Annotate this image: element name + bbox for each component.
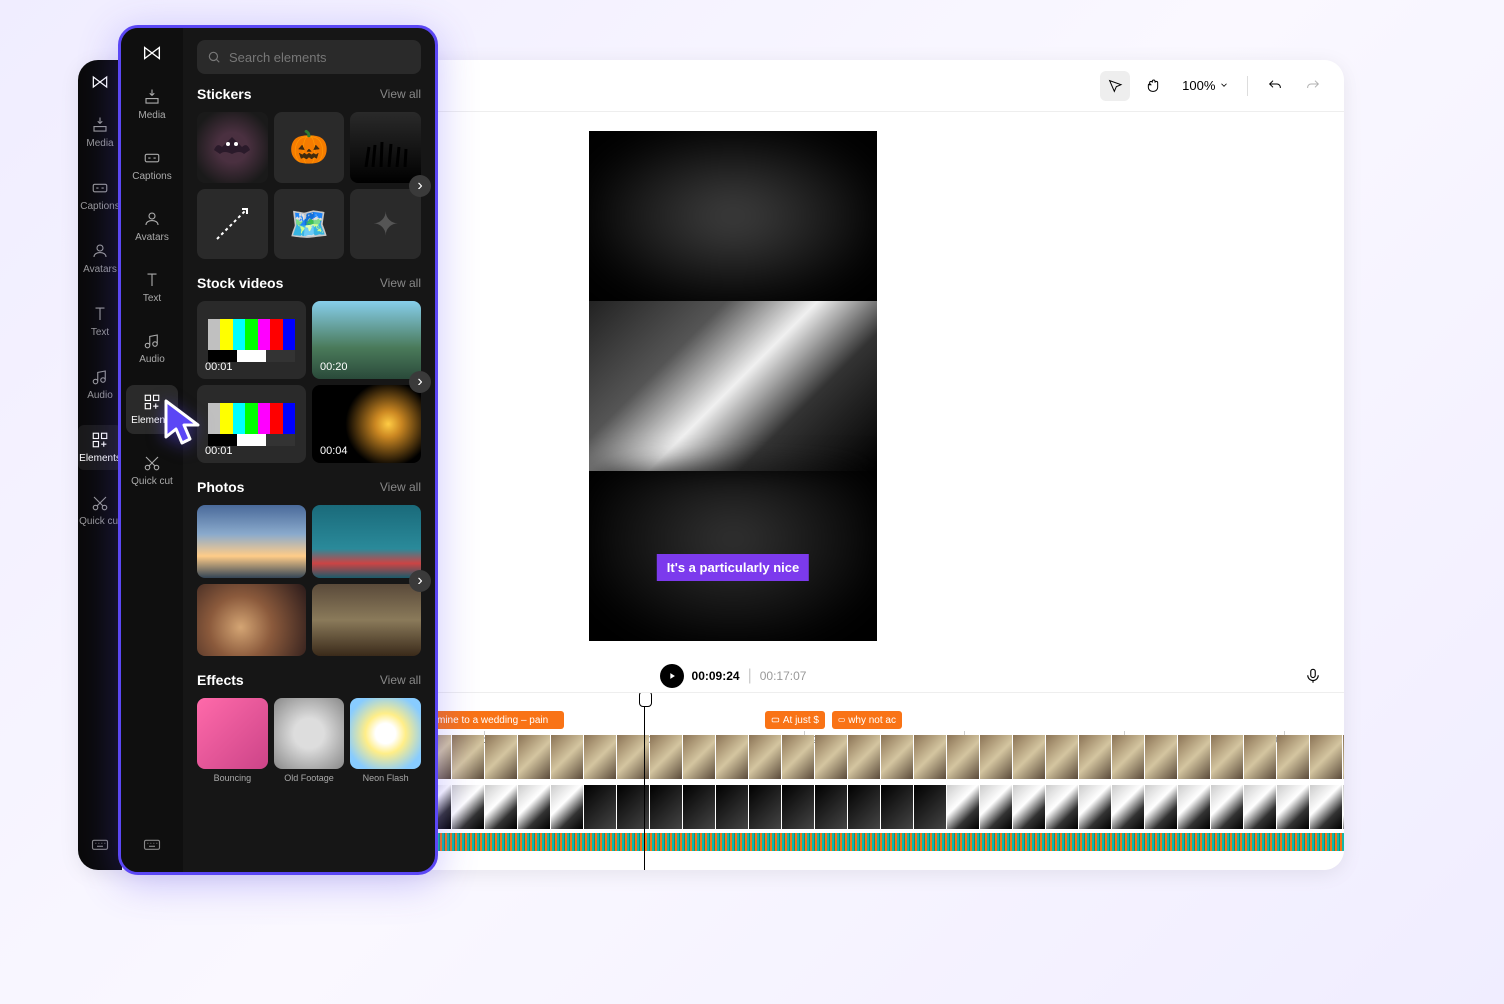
- search-input[interactable]: Search elements: [197, 40, 421, 74]
- sidebar-item-media[interactable]: Media: [78, 110, 122, 155]
- elements-content: Search elements Stickers View all 🎃 🗺️ ✦…: [183, 28, 435, 872]
- redo-button[interactable]: [1298, 71, 1328, 101]
- sidebar-item-audio[interactable]: Audio: [78, 362, 122, 407]
- video-preview[interactable]: It's a particularly nice: [589, 131, 877, 641]
- preview-caption: It's a particularly nice: [657, 554, 809, 581]
- section-title: Effects: [197, 672, 244, 688]
- view-all-link[interactable]: View all: [380, 276, 421, 290]
- sticker-zombie-hands[interactable]: [350, 112, 421, 183]
- search-icon: [207, 50, 221, 64]
- effect-item[interactable]: Old Footage: [274, 698, 345, 783]
- current-time: 00:09:24: [692, 669, 740, 683]
- stock-video-item[interactable]: 00:01: [197, 301, 306, 379]
- view-all-link[interactable]: View all: [380, 87, 421, 101]
- sticker-pumpkin[interactable]: 🎃: [274, 112, 345, 183]
- sidebar-item-media[interactable]: Media: [126, 80, 178, 129]
- chevron-down-icon: [1219, 80, 1229, 90]
- total-time: 00:17:07: [760, 669, 807, 683]
- photos-section: Photos View all ›: [183, 479, 435, 672]
- effect-item[interactable]: Neon Flash: [350, 698, 421, 783]
- main-sidebar: Media Captions Avatars Text Audio Elemen…: [78, 60, 122, 870]
- scroll-right-button[interactable]: ›: [409, 371, 431, 393]
- section-title: Stock videos: [197, 275, 283, 291]
- sidebar-item-audio[interactable]: Audio: [126, 324, 178, 373]
- cursor-tool-button[interactable]: [1100, 71, 1130, 101]
- sidebar-item-avatars[interactable]: Avatars: [78, 236, 122, 281]
- stickers-section: Stickers View all 🎃 🗺️ ✦ ›: [183, 86, 435, 275]
- keyboard-icon[interactable]: [143, 835, 161, 858]
- section-title: Stickers: [197, 86, 251, 102]
- sidebar-item-captions[interactable]: Captions: [126, 141, 178, 190]
- sidebar-item-captions[interactable]: Captions: [78, 173, 122, 218]
- caption-clip[interactable]: At just $: [765, 711, 825, 729]
- scroll-right-button[interactable]: ›: [409, 175, 431, 197]
- sticker-map[interactable]: 🗺️: [274, 189, 345, 260]
- sticker-arrow[interactable]: [197, 189, 268, 260]
- effect-item[interactable]: Bouncing: [197, 698, 268, 783]
- photo-item[interactable]: [197, 584, 306, 657]
- stock-videos-section: Stock videos View all 00:01 00:20 00:01 …: [183, 275, 435, 479]
- undo-button[interactable]: [1260, 71, 1290, 101]
- sidebar-item-quick-cut[interactable]: Quick cut: [78, 488, 122, 533]
- stock-video-item[interactable]: 00:01: [197, 385, 306, 463]
- photo-item[interactable]: [312, 505, 421, 578]
- view-all-link[interactable]: View all: [380, 480, 421, 494]
- zoom-dropdown[interactable]: 100%: [1176, 78, 1235, 93]
- sticker-sparkle[interactable]: ✦: [350, 189, 421, 260]
- photo-item[interactable]: [197, 505, 306, 578]
- sidebar-item-elements[interactable]: Elements: [78, 425, 122, 470]
- scroll-right-button[interactable]: ›: [409, 570, 431, 592]
- sidebar-item-text[interactable]: Text: [126, 263, 178, 312]
- stock-video-item[interactable]: 00:20: [312, 301, 421, 379]
- section-title: Photos: [197, 479, 244, 495]
- playhead[interactable]: [644, 693, 645, 870]
- view-all-link[interactable]: View all: [380, 673, 421, 687]
- sticker-bat[interactable]: [197, 112, 268, 183]
- caption-clip[interactable]: why not ac: [832, 711, 902, 729]
- sidebar-item-text[interactable]: Text: [78, 299, 122, 344]
- stock-video-item[interactable]: 00:04: [312, 385, 421, 463]
- capcut-logo-icon: [141, 42, 163, 64]
- capcut-logo-icon: [90, 72, 110, 92]
- microphone-button[interactable]: [1298, 661, 1328, 691]
- keyboard-icon[interactable]: [91, 835, 109, 858]
- effects-section: Effects View all Bouncing Old Footage Ne…: [183, 672, 435, 799]
- photo-item[interactable]: [312, 584, 421, 657]
- cursor-pointer-icon: [160, 395, 208, 456]
- sidebar-item-avatars[interactable]: Avatars: [126, 202, 178, 251]
- play-button[interactable]: [660, 664, 684, 688]
- hand-tool-button[interactable]: [1138, 71, 1168, 101]
